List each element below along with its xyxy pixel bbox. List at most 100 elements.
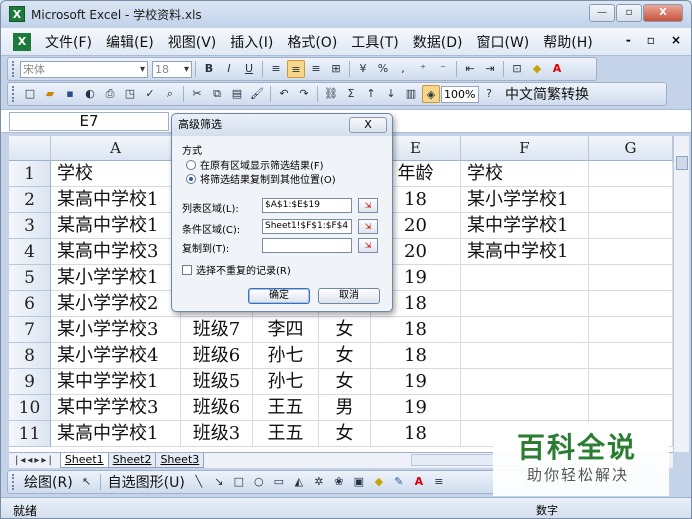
grid-cell[interactable] <box>589 239 673 265</box>
row-header[interactable]: 5 <box>9 265 51 291</box>
column-header[interactable]: A <box>51 136 181 161</box>
row-header[interactable]: 3 <box>9 213 51 239</box>
grid-cell[interactable]: 某高中学校1 <box>51 213 181 239</box>
currency-icon[interactable]: ¥ <box>354 60 372 78</box>
grid-cell[interactable]: 某中学学校3 <box>51 395 181 421</box>
row-header[interactable]: 2 <box>9 187 51 213</box>
menu-edit[interactable]: 编辑(E) <box>106 32 154 52</box>
open-icon[interactable]: ▰ <box>41 85 59 103</box>
grid-cell[interactable]: 19 <box>371 395 461 421</box>
undo-icon[interactable]: ↶ <box>275 85 293 103</box>
list-range-input[interactable]: $A$1:$E$19 <box>262 198 352 213</box>
radio-button-selected-icon[interactable] <box>186 173 196 184</box>
grid-cell[interactable] <box>461 291 589 317</box>
row-header[interactable]: 11 <box>9 421 51 447</box>
menu-tools[interactable]: 工具(T) <box>351 32 398 52</box>
oval-icon[interactable]: ○ <box>250 473 268 491</box>
grid-cell[interactable]: 王五 <box>253 395 319 421</box>
radio-copy-to-location[interactable]: 将筛选结果复制到其他位置(O) <box>186 171 336 186</box>
grid-cell[interactable]: 王五 <box>253 421 319 447</box>
permission-icon[interactable]: ◐ <box>81 85 99 103</box>
grid-cell[interactable]: 女 <box>319 369 371 395</box>
redo-icon[interactable]: ↷ <box>295 85 313 103</box>
grid-cell[interactable]: 某小学学校2 <box>51 291 181 317</box>
sheet-tab-1[interactable]: Sheet1 <box>59 453 109 468</box>
menu-file[interactable]: 文件(F) <box>45 32 92 52</box>
chart-wizard-icon[interactable]: ▥ <box>402 85 420 103</box>
grid-cell[interactable]: 某中学学校1 <box>461 213 589 239</box>
excel-app-icon[interactable]: X <box>9 6 25 22</box>
criteria-range-input[interactable]: Sheet1!$F$1:$F$4 <box>262 219 352 234</box>
grid-cell[interactable]: 某小学学校4 <box>51 343 181 369</box>
grid-cell[interactable]: 某小学学校1 <box>51 265 181 291</box>
decrease-decimal-icon[interactable]: ⁻ <box>434 60 452 78</box>
hyperlink-icon[interactable]: ⛓ <box>322 85 340 103</box>
row-header[interactable]: 7 <box>9 317 51 343</box>
paste-icon[interactable]: ▤ <box>228 85 246 103</box>
radio-button-icon[interactable] <box>186 159 196 170</box>
draw-font-color-icon[interactable]: A <box>410 473 428 491</box>
wordart-icon[interactable]: ◭ <box>290 473 308 491</box>
copy-icon[interactable]: ⧉ <box>208 85 226 103</box>
grid-cell[interactable] <box>461 343 589 369</box>
grid-cell[interactable] <box>589 161 673 187</box>
percent-button[interactable]: % <box>374 60 392 78</box>
toolbar-grip[interactable] <box>12 61 16 77</box>
dialog-close-button[interactable]: X <box>349 117 387 133</box>
font-size-select[interactable]: 18 <box>152 60 192 78</box>
grid-cell[interactable]: 女 <box>319 343 371 369</box>
grid-cell[interactable]: 某中学学校1 <box>51 369 181 395</box>
grid-cell[interactable] <box>461 265 589 291</box>
grid-cell[interactable]: 李四 <box>253 317 319 343</box>
merge-center-icon[interactable]: ⊞ <box>327 60 345 78</box>
grid-cell[interactable]: 女 <box>319 317 371 343</box>
new-icon[interactable]: □ <box>21 85 39 103</box>
autoshapes-button[interactable]: 自选图形(U) <box>108 472 185 492</box>
minimize-button[interactable]: — <box>589 4 615 22</box>
grid-cell[interactable]: 男 <box>319 395 371 421</box>
copy-to-input[interactable] <box>262 238 352 253</box>
menu-data[interactable]: 数据(D) <box>413 32 463 52</box>
radio-filter-in-place[interactable]: 在原有区域显示筛选结果(F) <box>186 157 324 172</box>
sheet-tab-2[interactable]: Sheet2 <box>107 453 157 468</box>
grid-cell[interactable]: 班级6 <box>181 343 253 369</box>
spelling-icon[interactable]: ✓ <box>141 85 159 103</box>
line-style-icon[interactable]: ≡ <box>430 473 448 491</box>
workbook-icon[interactable]: X <box>13 32 31 51</box>
menu-view[interactable]: 视图(V) <box>168 32 217 52</box>
criteria-range-picker-icon[interactable]: ⇲ <box>358 219 378 234</box>
save-icon[interactable]: ▪ <box>61 85 79 103</box>
fill-color-icon[interactable]: ◆ <box>528 60 546 78</box>
menu-insert[interactable]: 插入(I) <box>230 32 273 52</box>
font-color-icon[interactable]: A <box>548 60 566 78</box>
sheet-tab-3[interactable]: Sheet3 <box>155 453 205 468</box>
toolbar-grip-2[interactable] <box>12 86 16 102</box>
grid-cell[interactable]: 学校 <box>461 161 589 187</box>
grid-cell[interactable] <box>589 317 673 343</box>
grid-cell[interactable]: 某高中学校1 <box>461 239 589 265</box>
grid-cell[interactable] <box>589 213 673 239</box>
grid-cell[interactable]: 18 <box>371 343 461 369</box>
research-icon[interactable]: ⌕ <box>161 85 179 103</box>
row-header[interactable]: 8 <box>9 343 51 369</box>
font-select[interactable]: 宋体 <box>20 60 148 78</box>
row-header[interactable]: 1 <box>9 161 51 187</box>
grid-cell[interactable]: 某小学学校1 <box>461 187 589 213</box>
bold-button[interactable]: B <box>200 60 218 78</box>
grid-cell[interactable]: 女 <box>319 421 371 447</box>
autosum-button[interactable]: Σ <box>342 85 360 103</box>
help-icon[interactable]: ? <box>480 85 498 103</box>
decrease-indent-icon[interactable]: ⇤ <box>461 60 479 78</box>
menu-help[interactable]: 帮助(H) <box>543 32 592 52</box>
grid-cell[interactable]: 18 <box>371 421 461 447</box>
grid-cell[interactable]: 某高中学校3 <box>51 239 181 265</box>
cut-icon[interactable]: ✂ <box>188 85 206 103</box>
clipart-icon[interactable]: ❀ <box>330 473 348 491</box>
format-painter-icon[interactable]: 🖌 <box>248 85 266 103</box>
sheet-nav-arrows-icon[interactable]: |◂◂▸▸| <box>15 455 54 466</box>
row-header[interactable]: 6 <box>9 291 51 317</box>
menu-window[interactable]: 窗口(W) <box>477 32 530 52</box>
column-header[interactable]: G <box>589 136 673 161</box>
checkbox-icon[interactable] <box>182 264 192 275</box>
close-button[interactable]: X <box>643 4 683 22</box>
